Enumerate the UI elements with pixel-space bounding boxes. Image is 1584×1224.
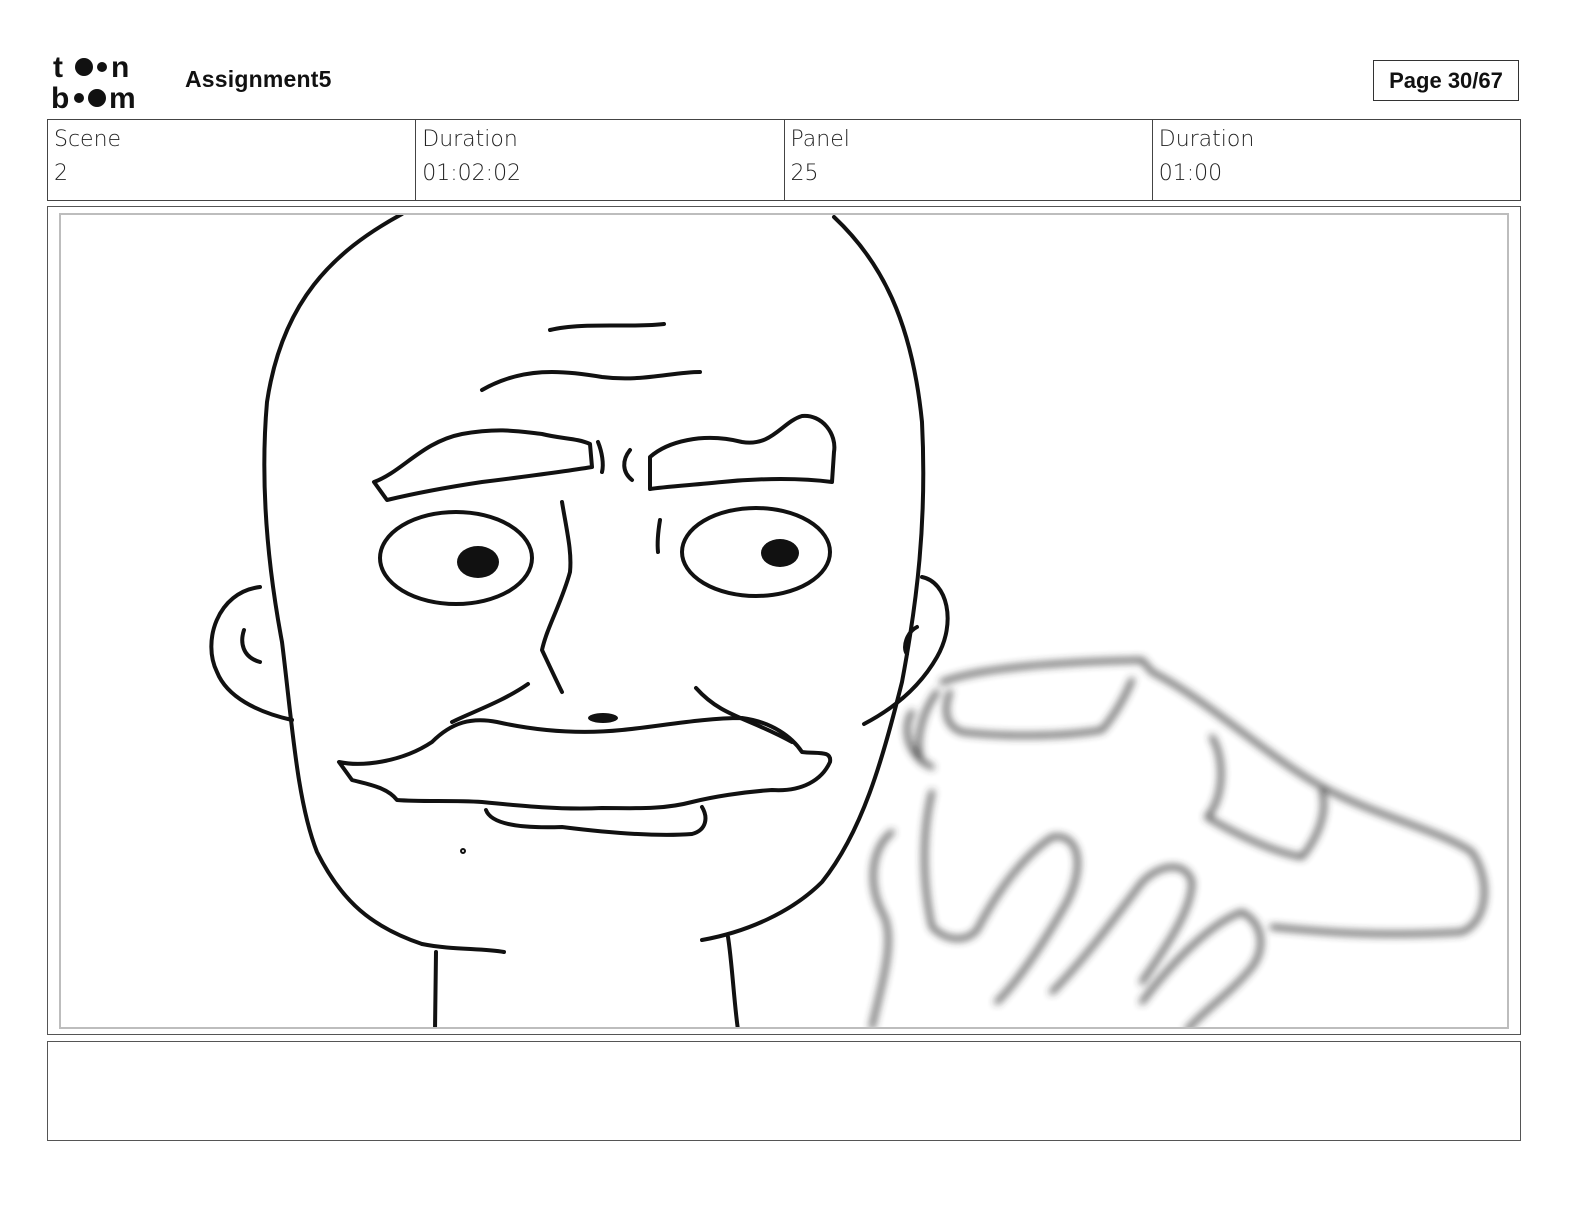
panel-duration-label: Duration <box>1158 127 1255 152</box>
page-indicator: Page 30/67 <box>1373 60 1519 101</box>
panel-drawing <box>59 213 1509 1029</box>
panel-notes-box[interactable] <box>47 1041 1521 1141</box>
panel-cell: Panel 25 <box>785 120 1153 200</box>
svg-text:m: m <box>109 82 136 113</box>
panel-label: Panel <box>790 127 850 152</box>
svg-text:b: b <box>51 82 69 113</box>
svg-text:n: n <box>111 51 129 84</box>
panel-info-row: Scene 2 Duration 01:02:02 Panel 25 Durat… <box>47 119 1521 201</box>
sketch-face-with-blurred-hand-icon <box>209 215 1487 1027</box>
project-title: Assignment5 <box>185 66 332 92</box>
toon-boom-logo: t n b m <box>51 51 163 115</box>
scene-duration-cell: Duration 01:02:02 <box>416 120 785 200</box>
scene-label: Scene <box>54 127 122 152</box>
panel-value: 25 <box>790 161 819 186</box>
scene-duration-label: Duration <box>422 127 518 152</box>
panel-duration-value: 01:00 <box>1158 161 1223 186</box>
scene-duration-value: 01:02:02 <box>422 161 522 186</box>
scene-cell: Scene 2 <box>48 120 417 200</box>
panel-duration-cell: Duration 01:00 <box>1153 120 1520 200</box>
svg-text:t: t <box>53 51 63 84</box>
scene-value: 2 <box>54 161 68 186</box>
